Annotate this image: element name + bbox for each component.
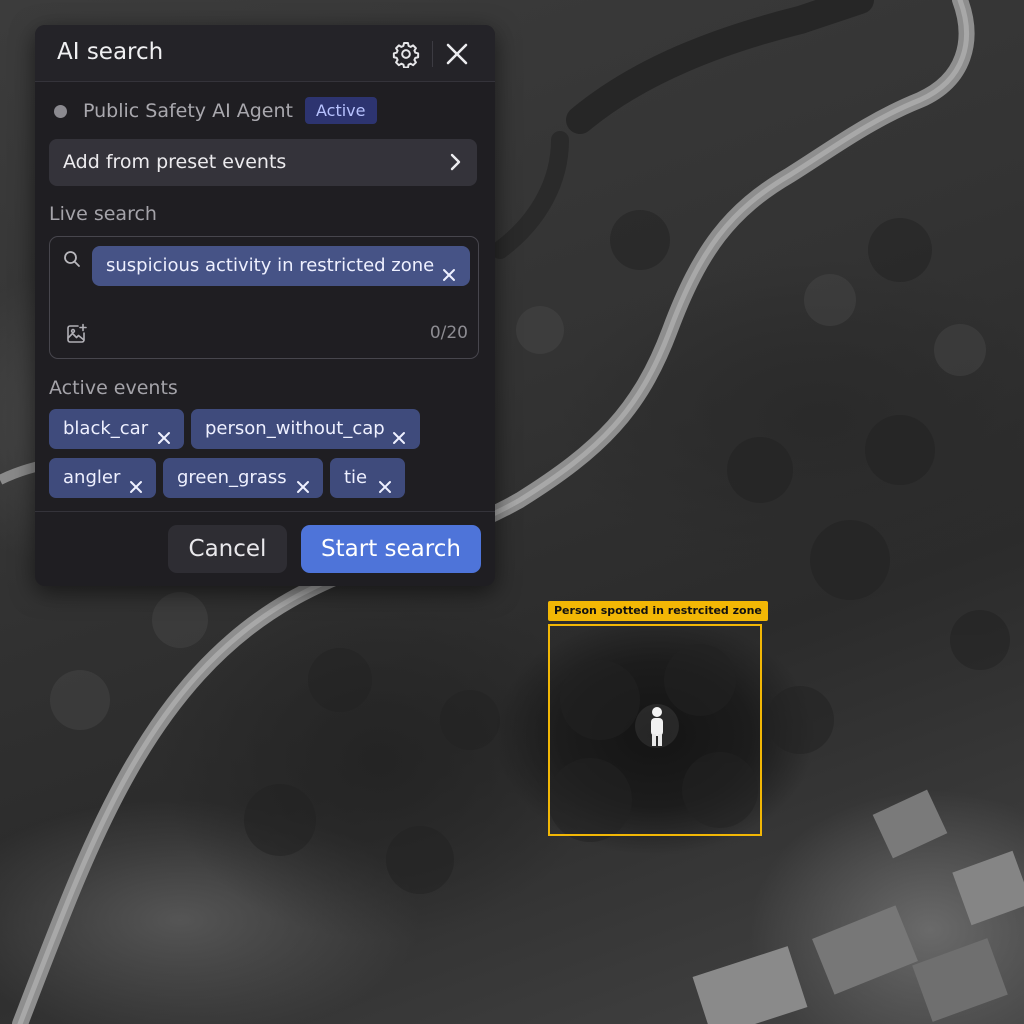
footer-divider — [35, 511, 495, 512]
event-chip-label: tie — [344, 467, 368, 488]
close-icon[interactable] — [442, 39, 472, 69]
detection-box[interactable] — [548, 624, 762, 836]
remove-event-icon[interactable] — [377, 470, 393, 493]
agent-name: Public Safety AI Agent — [83, 100, 293, 122]
gear-icon[interactable] — [392, 40, 420, 69]
cancel-button[interactable]: Cancel — [168, 525, 287, 573]
query-chip[interactable]: suspicious activity in restricted zone — [92, 246, 471, 286]
header-divider — [432, 41, 433, 67]
live-search-input[interactable]: suspicious activity in restricted zone 0… — [49, 236, 479, 359]
query-counter: 0/20 — [429, 323, 468, 343]
remove-event-icon[interactable] — [128, 470, 144, 493]
remove-event-icon[interactable] — [295, 470, 311, 493]
agent-status-dot — [54, 105, 67, 118]
status-badge: Active — [305, 97, 377, 124]
search-icon — [62, 249, 82, 269]
panel-header: AI search — [35, 25, 495, 82]
start-search-button[interactable]: Start search — [301, 525, 481, 573]
event-chip-label: green_grass — [177, 467, 287, 488]
event-chip-label: angler — [63, 467, 121, 488]
event-chip-black-car[interactable]: black_car — [49, 409, 184, 449]
add-preset-events-button[interactable]: Add from preset events — [49, 139, 477, 186]
event-chip-person-without-cap[interactable]: person_without_cap — [191, 409, 420, 449]
event-chip-green-grass[interactable]: green_grass — [163, 458, 323, 498]
event-chip-angler[interactable]: angler — [49, 458, 156, 498]
image-add-icon[interactable] — [64, 322, 88, 346]
remove-event-icon[interactable] — [391, 421, 407, 444]
panel-title: AI search — [57, 39, 164, 65]
ai-search-panel: AI search Public Safety AI Agent Active … — [35, 25, 495, 586]
remove-event-icon[interactable] — [156, 421, 172, 444]
event-chip-label: black_car — [63, 418, 149, 439]
detection-label: Person spotted in restrcited zone — [548, 601, 768, 621]
chevron-right-icon — [445, 152, 465, 172]
remove-query-icon[interactable] — [441, 258, 457, 281]
query-text: suspicious activity in restricted zone — [106, 255, 435, 276]
event-chip-tie[interactable]: tie — [330, 458, 405, 498]
active-events-label: Active events — [49, 377, 178, 399]
live-search-label: Live search — [49, 203, 157, 225]
event-chip-label: person_without_cap — [205, 418, 385, 439]
preset-label: Add from preset events — [63, 151, 287, 173]
